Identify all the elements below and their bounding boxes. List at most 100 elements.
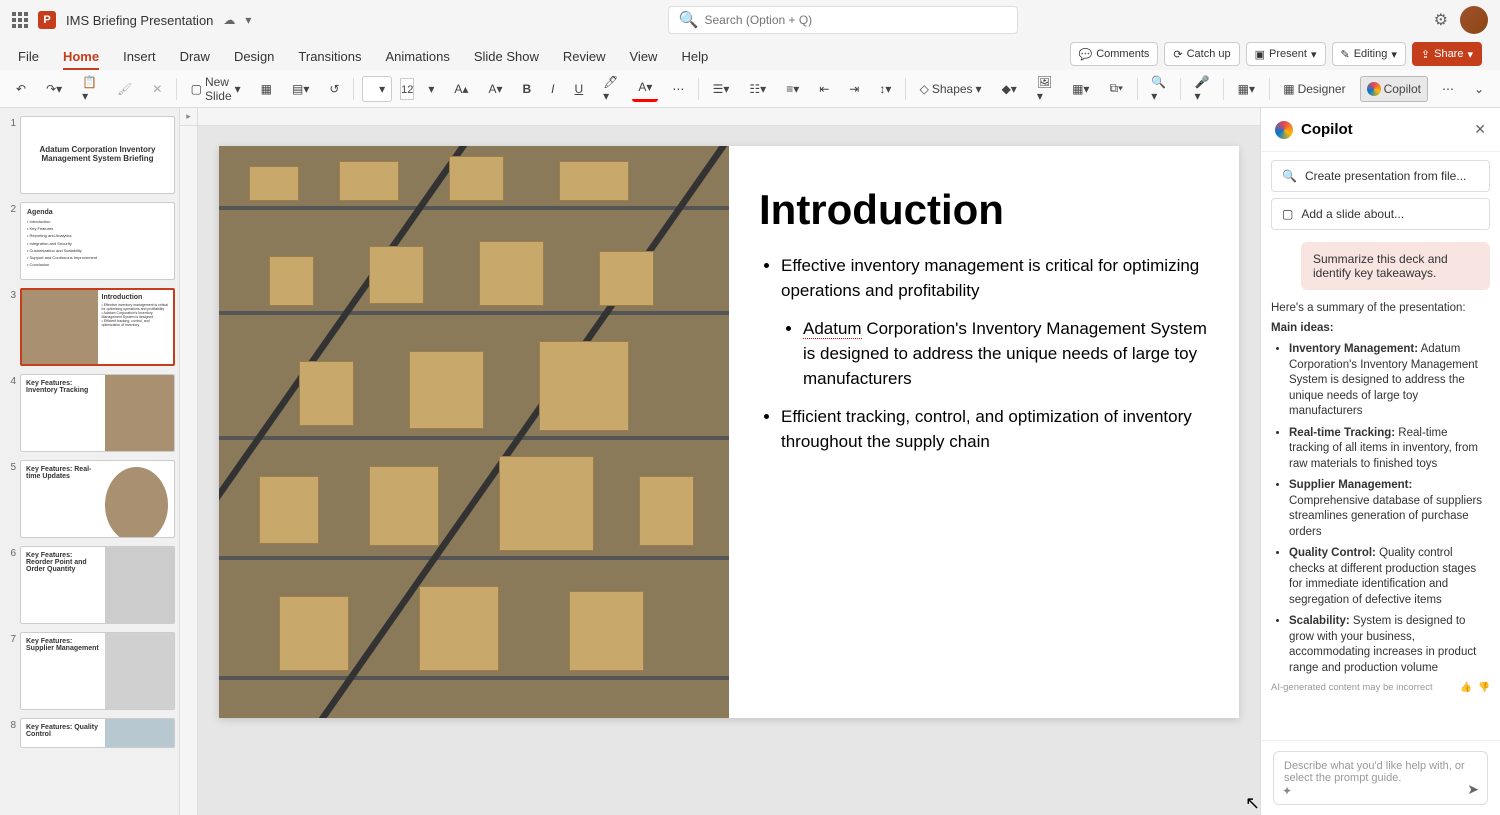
indent-decrease-button[interactable]: ⇤ — [813, 76, 835, 102]
cut-button[interactable]: ✕ — [146, 76, 168, 102]
menu-slideshow[interactable]: Slide Show — [474, 49, 539, 70]
new-slide-button[interactable]: ▢ New Slide ▾ — [185, 76, 247, 102]
shape-fill-button[interactable]: ◆▾ — [996, 76, 1023, 102]
chevron-down-icon[interactable]: ▾ — [245, 13, 251, 27]
font-size-input[interactable]: 12 — [400, 78, 414, 100]
slide-thumbnail[interactable]: Introduction• Effective inventory manage… — [20, 288, 175, 366]
layout-button[interactable]: ▦ — [255, 76, 278, 102]
section-button[interactable]: ▤▾ — [286, 76, 315, 102]
italic-button[interactable]: I — [545, 76, 560, 102]
highlight-button[interactable]: 🖊▾ — [597, 76, 624, 102]
slide-bullet[interactable]: Efficient tracking, control, and optimiz… — [781, 405, 1209, 454]
font-color-button[interactable]: A▾ — [632, 76, 658, 102]
search-box[interactable]: 🔍 — [668, 6, 1018, 34]
cloud-saved-icon[interactable]: ☁︎ — [223, 13, 235, 27]
menu-insert[interactable]: Insert — [123, 49, 156, 70]
share-icon: ⇪ — [1421, 48, 1430, 61]
bullets-button[interactable]: ☰▾ — [707, 76, 736, 102]
slide-text-area[interactable]: Introduction Effective inventory managem… — [729, 146, 1239, 718]
search-input[interactable] — [704, 13, 1006, 27]
paste-button[interactable]: 📋▾ — [76, 76, 103, 102]
menu-home[interactable]: Home — [63, 49, 99, 70]
slide-canvas-area[interactable]: Introduction Effective inventory managem… — [198, 126, 1260, 815]
slide-thumbnail[interactable]: Adatum Corporation Inventory Management … — [20, 116, 175, 194]
menu-view[interactable]: View — [630, 49, 658, 70]
shapes-button[interactable]: ◇ Shapes ▾ — [914, 76, 988, 102]
menu-review[interactable]: Review — [563, 49, 606, 70]
arrange-button[interactable]: ▦▾ — [1066, 76, 1095, 102]
font-family-dropdown[interactable]: ▾ — [362, 76, 392, 102]
underline-button[interactable]: U — [568, 76, 589, 102]
share-button[interactable]: ⇪Share▾ — [1412, 42, 1482, 66]
copilot-suggestion-create[interactable]: 🔍Create presentation from file... — [1271, 160, 1490, 192]
copilot-response-item: Quality Control: Quality control checks … — [1289, 546, 1490, 608]
copilot-logo-icon — [1275, 121, 1293, 139]
menu-file[interactable]: File — [18, 49, 39, 70]
font-size-dropdown[interactable]: ▾ — [422, 76, 440, 102]
slide-bullet[interactable]: Effective inventory management is critic… — [781, 254, 1209, 303]
menu-animations[interactable]: Animations — [386, 49, 450, 70]
bold-button[interactable]: B — [516, 76, 537, 102]
ruler-corner[interactable]: ▸ — [180, 108, 198, 126]
sparkle-icon[interactable]: ✦ — [1282, 784, 1292, 798]
slide-thumbnail[interactable]: Key Features: Quality Control — [20, 718, 175, 748]
picture-button[interactable]: 🖼▾ — [1031, 76, 1058, 102]
slide-thumbnail[interactable]: Key Features: Supplier Management — [20, 632, 175, 710]
group-button[interactable]: ⧉▾ — [1103, 76, 1129, 102]
slide-thumbnail-panel[interactable]: 1 Adatum Corporation Inventory Managemen… — [0, 108, 180, 815]
designer-button[interactable]: ▦ Designer — [1277, 76, 1351, 102]
user-avatar[interactable] — [1460, 6, 1488, 34]
settings-icon[interactable]: ⚙ — [1434, 10, 1448, 30]
copilot-response-item: Real-time Tracking: Real-time tracking o… — [1289, 426, 1490, 473]
copilot-suggestion-add-slide[interactable]: ▢Add a slide about... — [1271, 198, 1490, 230]
menu-design[interactable]: Design — [234, 49, 274, 70]
numbering-button[interactable]: ☷▾ — [743, 76, 772, 102]
menu-bar: File Home Insert Draw Design Transitions… — [0, 40, 1500, 70]
slide-heading[interactable]: Introduction — [759, 186, 1209, 234]
send-icon[interactable]: ➤ — [1467, 781, 1479, 798]
editing-button[interactable]: ✎Editing▾ — [1332, 42, 1406, 66]
reset-button[interactable]: ↺ — [323, 76, 345, 102]
redo-button[interactable]: ↷▾ — [40, 76, 68, 102]
catchup-button[interactable]: ⟳Catch up — [1164, 42, 1239, 66]
comments-button[interactable]: 💬Comments — [1070, 42, 1159, 66]
align-button[interactable]: ≡▾ — [780, 76, 805, 102]
decrease-font-button[interactable]: A▾ — [482, 76, 508, 102]
addins-button[interactable]: ▦▾ — [1232, 76, 1261, 102]
more-font-button[interactable]: ⋯ — [666, 76, 690, 102]
format-painter-button[interactable]: 🖌 — [111, 76, 138, 102]
thumbs-up-icon[interactable]: 👍 — [1460, 682, 1472, 693]
horizontal-ruler[interactable] — [198, 108, 1260, 126]
slide-thumbnail[interactable]: Agenda• Introduction• Key Features• Repo… — [20, 202, 175, 280]
indent-increase-button[interactable]: ⇥ — [843, 76, 865, 102]
copilot-ribbon-button[interactable]: Copilot — [1360, 76, 1428, 102]
copilot-input[interactable]: Describe what you'd like help with, or s… — [1273, 751, 1488, 805]
slide-thumbnail[interactable]: Key Features: Reorder Point and Order Qu… — [20, 546, 175, 624]
dictate-button[interactable]: 🎤▾ — [1188, 76, 1215, 102]
thumbs-down-icon[interactable]: 👎 — [1478, 682, 1490, 693]
line-spacing-button[interactable]: ↕▾ — [873, 76, 897, 102]
slide-number: 1 — [4, 116, 16, 194]
present-button[interactable]: ▣Present▾ — [1246, 42, 1326, 66]
copilot-response-item: Inventory Management: Adatum Corporation… — [1289, 342, 1490, 420]
copilot-body[interactable]: 🔍Create presentation from file... ▢Add a… — [1261, 152, 1500, 740]
menu-draw[interactable]: Draw — [180, 49, 210, 70]
undo-button[interactable]: ↶ — [10, 76, 32, 102]
vertical-ruler[interactable] — [180, 126, 198, 815]
menu-transitions[interactable]: Transitions — [298, 49, 361, 70]
more-button[interactable]: ⋯ — [1436, 76, 1460, 102]
slide-bullet[interactable]: Adatum Corporation's Inventory Managemen… — [803, 317, 1209, 391]
document-title[interactable]: IMS Briefing Presentation — [66, 13, 213, 28]
slide-thumbnail[interactable]: Key Features: Real-time Updates — [20, 460, 175, 538]
slide-image[interactable] — [219, 146, 729, 718]
find-button[interactable]: 🔍▾ — [1145, 76, 1172, 102]
title-bar: P IMS Briefing Presentation ☁︎ ▾ 🔍 ⚙ — [0, 0, 1500, 40]
chevron-down-icon: ▾ — [1391, 48, 1397, 61]
collapse-ribbon-button[interactable]: ⌄ — [1468, 76, 1490, 102]
close-icon[interactable]: ✕ — [1474, 121, 1486, 138]
menu-help[interactable]: Help — [681, 49, 708, 70]
slide-thumbnail[interactable]: Key Features: Inventory Tracking — [20, 374, 175, 452]
increase-font-button[interactable]: A▴ — [448, 76, 474, 102]
app-launcher-icon[interactable] — [12, 12, 28, 28]
current-slide[interactable]: Introduction Effective inventory managem… — [219, 146, 1239, 718]
